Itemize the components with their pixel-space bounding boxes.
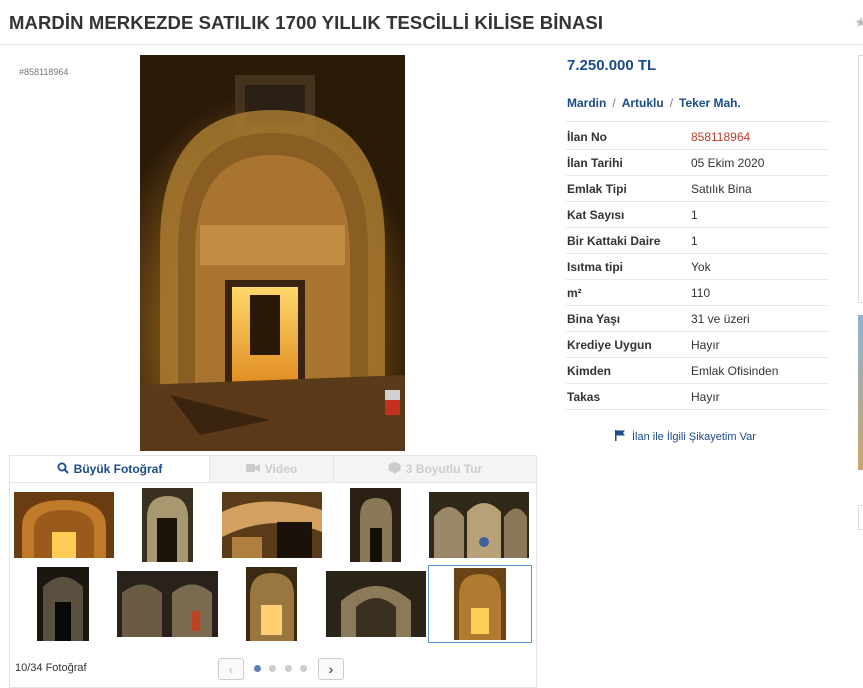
thumbnail-1[interactable] xyxy=(14,492,114,558)
prev-page-button[interactable]: ‹ xyxy=(218,658,244,680)
cube-icon xyxy=(388,461,401,477)
detail-key: Bir Kattaki Daire xyxy=(567,233,661,248)
detail-key: İlan Tarihi xyxy=(567,155,623,170)
video-camera-icon xyxy=(245,462,260,476)
detail-row: Kat Sayısı 1 xyxy=(566,202,829,228)
detail-value: 05 Ekim 2020 xyxy=(691,155,765,170)
thumbnail-5[interactable] xyxy=(429,492,529,558)
detail-row: Krediye Uygun Hayır xyxy=(566,332,829,358)
breadcrumb: Mardin / Artuklu / Teker Mah. xyxy=(567,96,741,110)
thumbnail-4[interactable] xyxy=(350,488,401,562)
thumbnail-6[interactable] xyxy=(37,567,89,641)
star-icon[interactable]: ★ xyxy=(854,14,863,31)
gallery-tabs: Büyük Fotoğraf Video 3 Boyutlu Tur xyxy=(9,455,537,483)
detail-row: Bina Yaşı 31 ve üzeri xyxy=(566,306,829,332)
thumbnail-2[interactable] xyxy=(142,488,193,562)
tab-video-label: Video xyxy=(264,462,298,476)
detail-row: İlan Tarihi 05 Ekim 2020 xyxy=(566,150,829,176)
location-district-link[interactable]: Artuklu xyxy=(622,96,664,110)
thumbnail-10-selected[interactable] xyxy=(428,565,532,643)
search-icon xyxy=(57,462,69,477)
detail-value: 858118964 xyxy=(691,129,751,144)
thumbnail-9[interactable] xyxy=(326,571,426,637)
side-panel-edge xyxy=(858,505,863,530)
detail-key: m² xyxy=(567,285,582,300)
breadcrumb-separator: / xyxy=(669,96,674,110)
complaint-link[interactable]: İlan ile İlgili Şikayetim Var xyxy=(615,430,756,444)
detail-row: Takas Hayır xyxy=(566,384,829,410)
side-ad-image[interactable] xyxy=(858,315,863,470)
pager-dot-1[interactable] xyxy=(254,665,261,672)
flag-icon xyxy=(615,430,626,444)
detail-key: Bina Yaşı xyxy=(567,311,621,326)
thumbnail-3[interactable] xyxy=(222,492,322,558)
divider xyxy=(566,121,829,122)
detail-row: İlan No 858118964 xyxy=(566,124,829,150)
detail-key: Kat Sayısı xyxy=(567,207,625,222)
thumbnail-8[interactable] xyxy=(246,567,297,641)
detail-key: Takas xyxy=(567,389,601,404)
detail-value: Hayır xyxy=(691,389,720,404)
detail-value: Hayır xyxy=(691,337,720,352)
tab-large-photo-label: Büyük Fotoğraf xyxy=(73,462,163,476)
chevron-right-icon: › xyxy=(328,661,334,677)
photo-count: 10/34 Fotoğraf xyxy=(15,662,87,674)
detail-value: Emlak Ofisinden xyxy=(691,363,779,378)
detail-value: 31 ve üzeri xyxy=(691,311,750,326)
detail-key: Isıtma tipi xyxy=(567,259,624,274)
tab-video[interactable]: Video xyxy=(210,456,334,482)
listing-number-label: #858118964 xyxy=(19,67,69,77)
page-title: MARDİN MERKEZDE SATILIK 1700 YILLIK TESC… xyxy=(9,12,604,33)
detail-value: Yok xyxy=(691,259,711,274)
detail-row: Isıtma tipi Yok xyxy=(566,254,829,280)
detail-row: m² 110 xyxy=(566,280,829,306)
thumbnail-7[interactable] xyxy=(117,571,218,637)
main-photo-image xyxy=(140,55,405,451)
tab-large-photo[interactable]: Büyük Fotoğraf xyxy=(10,456,210,482)
detail-key: Emlak Tipi xyxy=(567,181,627,196)
detail-value: 1 xyxy=(691,207,698,222)
listing-details-table: İlan No 858118964 İlan Tarihi 05 Ekim 2020… xyxy=(566,124,829,410)
tab-3d-tour-label: 3 Boyutlu Tur xyxy=(405,462,483,476)
main-photo[interactable] xyxy=(140,55,405,451)
detail-row: Bir Kattaki Daire 1 xyxy=(566,228,829,254)
detail-value: 1 xyxy=(691,233,698,248)
tab-3d-tour[interactable]: 3 Boyutlu Tur xyxy=(334,456,536,482)
complaint-link-label: İlan ile İlgili Şikayetim Var xyxy=(632,431,756,443)
pager-dot-4[interactable] xyxy=(300,665,307,672)
pager-dot-3[interactable] xyxy=(285,665,292,672)
location-neighborhood-link[interactable]: Teker Mah. xyxy=(679,96,741,110)
detail-key: Kimden xyxy=(567,363,612,378)
detail-value: Satılık Bina xyxy=(691,181,752,196)
divider xyxy=(0,44,863,45)
next-page-button[interactable]: › xyxy=(318,658,344,680)
location-city-link[interactable]: Mardin xyxy=(567,96,606,110)
side-panel-edge xyxy=(858,55,863,303)
detail-row: Kimden Emlak Ofisinden xyxy=(566,358,829,384)
detail-key: Krediye Uygun xyxy=(567,337,652,352)
detail-row: Emlak Tipi Satılık Bina xyxy=(566,176,829,202)
detail-value: 110 xyxy=(691,285,711,300)
breadcrumb-separator: / xyxy=(612,96,616,110)
price: 7.250.000 TL xyxy=(567,57,657,74)
detail-key: İlan No xyxy=(567,129,608,144)
chevron-left-icon: ‹ xyxy=(228,661,234,677)
pager-dot-2[interactable] xyxy=(269,665,276,672)
